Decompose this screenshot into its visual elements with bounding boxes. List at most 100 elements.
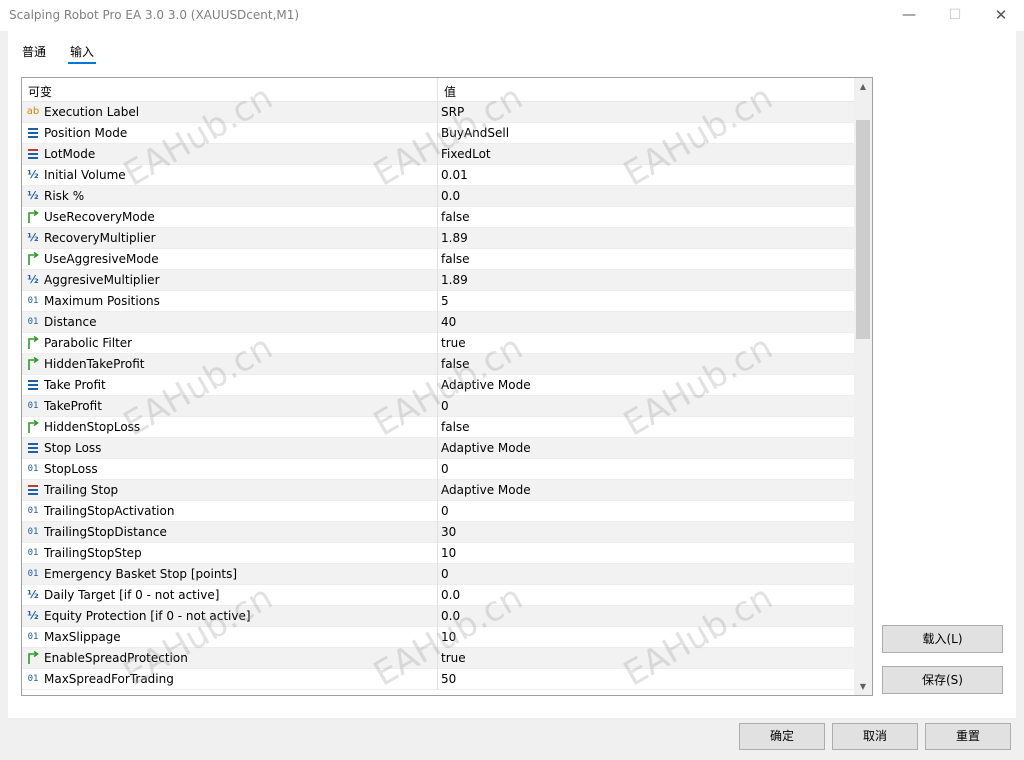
tab-general[interactable]: 普通 (22, 43, 46, 60)
cell-separator (437, 312, 438, 333)
table-row[interactable]: Position Mode BuyAndSell (22, 123, 854, 144)
table-row[interactable]: ½ RecoveryMultiplier 1.89 (22, 228, 854, 249)
vertical-scrollbar[interactable]: ▲ ▼ (854, 78, 872, 695)
grid-rows: ab Execution Label SRP Position Mode BuyAndS… (22, 102, 854, 690)
bool-type-icon (26, 336, 40, 350)
table-row[interactable]: 01 Maximum Positions 5 (22, 291, 854, 312)
ok-button[interactable]: 确定 (739, 723, 825, 750)
table-row[interactable]: HiddenTakeProfit false (22, 354, 854, 375)
table-row[interactable]: 01 TrailingStopActivation 0 (22, 501, 854, 522)
table-row[interactable]: 01 MaxSpreadForTrading 50 (22, 669, 854, 690)
cell-separator (437, 438, 438, 459)
table-row[interactable]: 01 TakeProfit 0 (22, 396, 854, 417)
parameter-value[interactable]: true (441, 651, 466, 665)
table-row[interactable]: 01 Distance 40 (22, 312, 854, 333)
bool-type-icon (26, 420, 40, 434)
table-row[interactable]: UseRecoveryMode false (22, 207, 854, 228)
parameter-value[interactable]: 10 (441, 630, 456, 644)
integer-type-icon: 01 (27, 464, 39, 474)
maximize-icon[interactable]: ☐ (932, 0, 978, 31)
parameter-value[interactable]: 0 (441, 399, 449, 413)
table-row[interactable]: Stop Loss Adaptive Mode (22, 438, 854, 459)
parameter-name: MaxSpreadForTrading (44, 672, 174, 686)
reset-button[interactable]: 重置 (925, 723, 1011, 750)
parameter-name: Take Profit (44, 378, 106, 392)
parameter-name: UseAggresiveMode (44, 252, 159, 266)
parameter-name: Equity Protection [if 0 - not active] (44, 609, 251, 623)
table-row[interactable]: Take Profit Adaptive Mode (22, 375, 854, 396)
parameter-value[interactable]: false (441, 357, 470, 371)
parameter-value[interactable]: 0.0 (441, 189, 460, 203)
parameter-value[interactable]: 5 (441, 294, 449, 308)
cancel-button[interactable]: 取消 (832, 723, 918, 750)
enum-type-icon (26, 378, 40, 392)
close-icon[interactable]: ✕ (978, 0, 1024, 31)
parameter-value[interactable]: 0 (441, 504, 449, 518)
parameter-value[interactable]: true (441, 336, 466, 350)
parameter-value[interactable]: 0 (441, 567, 449, 581)
parameter-value[interactable]: SRP (441, 105, 464, 119)
table-row[interactable]: ½ Daily Target [if 0 - not active] 0.0 (22, 585, 854, 606)
parameter-value[interactable]: 0.01 (441, 168, 468, 182)
parameter-value[interactable]: 1.89 (441, 273, 468, 287)
table-row[interactable]: UseAggresiveMode false (22, 249, 854, 270)
scroll-up-icon[interactable]: ▲ (854, 78, 872, 95)
parameter-name: Trailing Stop (44, 483, 119, 497)
save-button[interactable]: 保存(S) (882, 666, 1003, 694)
table-row[interactable]: EnableSpreadProtection true (22, 648, 854, 669)
parameter-name: HiddenStopLoss (44, 420, 141, 434)
parameter-value[interactable]: Adaptive Mode (441, 441, 531, 455)
parameter-name: TrailingStopStep (44, 546, 142, 560)
parameter-value[interactable]: 50 (441, 672, 456, 686)
table-row[interactable]: 01 StopLoss 0 (22, 459, 854, 480)
double-type-icon: ½ (27, 168, 39, 181)
cell-separator (437, 564, 438, 585)
parameter-name: Daily Target [if 0 - not active] (44, 588, 220, 602)
parameter-value[interactable]: 0 (441, 462, 449, 476)
parameter-name: EnableSpreadProtection (44, 651, 188, 665)
table-row[interactable]: LotMode FixedLot (22, 144, 854, 165)
table-row[interactable]: ½ Equity Protection [if 0 - not active] 0.… (22, 606, 854, 627)
column-header-variable[interactable]: 可变 (28, 83, 52, 100)
table-row[interactable]: 01 MaxSlippage 10 (22, 627, 854, 648)
parameter-value[interactable]: 0.0 (441, 609, 460, 623)
table-row[interactable]: ½ Risk % 0.0 (22, 186, 854, 207)
parameter-value[interactable]: 0.0 (441, 588, 460, 602)
table-row[interactable]: 01 Emergency Basket Stop [points] 0 (22, 564, 854, 585)
parameter-value[interactable]: 1.89 (441, 231, 468, 245)
table-row[interactable]: ½ Initial Volume 0.01 (22, 165, 854, 186)
table-row[interactable]: 01 TrailingStopDistance 30 (22, 522, 854, 543)
parameter-value[interactable]: 10 (441, 546, 456, 560)
parameter-value[interactable]: Adaptive Mode (441, 378, 531, 392)
parameter-name: Emergency Basket Stop [points] (44, 567, 238, 581)
table-row[interactable]: ab Execution Label SRP (22, 102, 854, 123)
parameter-name: TrailingStopDistance (44, 525, 167, 539)
parameter-name: RecoveryMultiplier (44, 231, 156, 245)
tab-inputs[interactable]: 输入 (70, 43, 94, 60)
cell-separator (437, 249, 438, 270)
cell-separator (437, 354, 438, 375)
table-row[interactable]: 01 TrailingStopStep 10 (22, 543, 854, 564)
table-row[interactable]: Trailing Stop Adaptive Mode (22, 480, 854, 501)
parameter-value[interactable]: false (441, 420, 470, 434)
cell-separator (437, 585, 438, 606)
table-row[interactable]: ½ AggresiveMultiplier 1.89 (22, 270, 854, 291)
parameter-name: StopLoss (44, 462, 98, 476)
parameter-value[interactable]: false (441, 210, 470, 224)
column-header-value[interactable]: 值 (444, 83, 456, 100)
scroll-down-icon[interactable]: ▼ (854, 678, 872, 695)
parameter-value[interactable]: false (441, 252, 470, 266)
window-title: Scalping Robot Pro EA 3.0 3.0 (XAUUSDcen… (9, 8, 300, 22)
parameter-value[interactable]: Adaptive Mode (441, 483, 531, 497)
parameter-value[interactable]: FixedLot (441, 147, 491, 161)
scrollbar-thumb[interactable] (856, 120, 870, 339)
parameter-value[interactable]: 30 (441, 525, 456, 539)
load-button[interactable]: 载入(L) (882, 625, 1003, 653)
header-separator (437, 78, 438, 102)
minimize-icon[interactable]: — (886, 0, 932, 31)
parameter-value[interactable]: BuyAndSell (441, 126, 509, 140)
table-row[interactable]: Parabolic Filter true (22, 333, 854, 354)
table-row[interactable]: HiddenStopLoss false (22, 417, 854, 438)
parameter-value[interactable]: 40 (441, 315, 456, 329)
cell-separator (437, 480, 438, 501)
